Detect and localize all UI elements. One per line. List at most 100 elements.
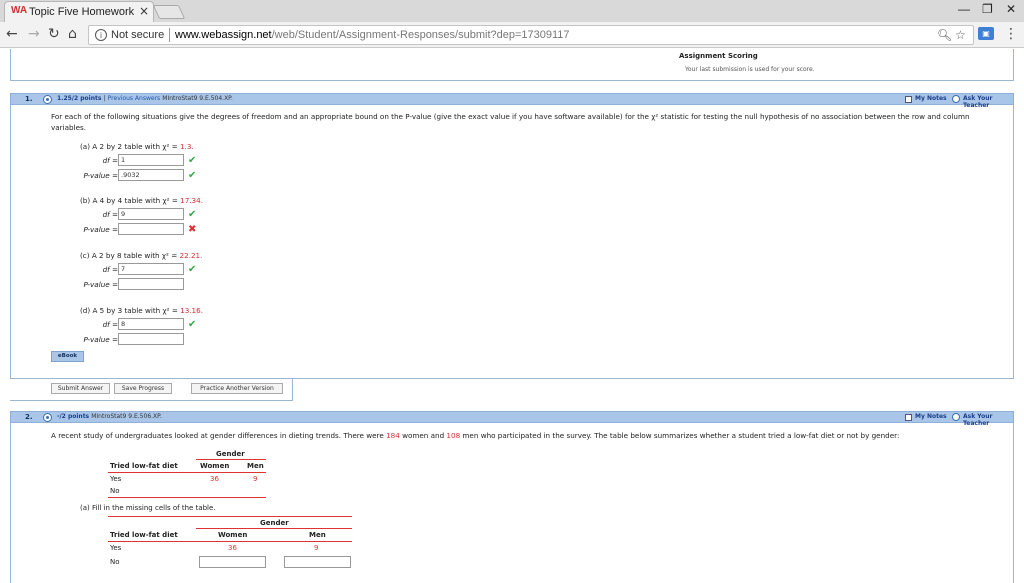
table1-yes-label: Yes <box>110 475 122 483</box>
table2-yes-women: 36 <box>228 544 237 552</box>
part-a-text: (a) A 2 by 2 table with χ² = <box>80 142 180 151</box>
my-notes-link[interactable]: My Notes <box>915 95 947 102</box>
table1-header-rule <box>108 472 266 473</box>
page-content: Assignment Scoring Your last submission … <box>0 49 1024 583</box>
table1-women-header: Women <box>200 462 230 470</box>
correct-check-icon: ✔ <box>188 155 197 166</box>
webassign-logo-icon: WA <box>11 5 28 16</box>
no-women-input[interactable] <box>199 556 266 568</box>
menu-icon[interactable]: ⋮ <box>1004 26 1018 42</box>
table1-yes-women: 36 <box>210 475 219 483</box>
no-men-input[interactable] <box>284 556 351 568</box>
correct-check-icon: ✔ <box>188 319 197 330</box>
back-icon[interactable]: ← <box>6 26 18 42</box>
table2-gender-rule <box>196 528 352 529</box>
part-b-text: (b) A 4 by 4 table with χ² = <box>80 196 181 205</box>
home-icon[interactable]: ⌂ <box>68 26 77 42</box>
part-c-prompt: (c) A 2 by 8 table with χ² = 22.21. <box>80 251 202 260</box>
part-d-df-label: df = <box>60 320 118 329</box>
cast-icon[interactable]: ▣ <box>978 27 994 40</box>
question-number: 2. <box>25 413 33 421</box>
close-window-icon[interactable]: ✕ <box>1006 2 1016 16</box>
url-host: www.webassign.net <box>175 29 272 41</box>
assignment-scoring-box: Assignment Scoring Your last submission … <box>10 49 1014 81</box>
part-b-df-label: df = <box>60 210 118 219</box>
part-d-p-input[interactable] <box>118 333 184 345</box>
forward-icon[interactable]: → <box>28 26 40 42</box>
practice-another-version-button[interactable]: Practice Another Version <box>191 383 283 394</box>
address-bar[interactable]: i Not secure www.webassign.net/web/Stude… <box>88 25 974 45</box>
table2-women-header: Women <box>218 531 248 539</box>
restore-icon[interactable]: ❐ <box>982 2 993 16</box>
table2-top-rule <box>108 516 352 517</box>
url-path: /web/Student/Assignment-Responses/submit… <box>271 29 570 41</box>
minimize-icon[interactable]: — <box>958 2 970 16</box>
df-eq: = <box>109 320 118 329</box>
part-a-p-input[interactable]: .9032 <box>118 169 184 181</box>
table2-header-rule <box>108 541 352 542</box>
df-eq: = <box>109 265 118 274</box>
my-notes-link[interactable]: My Notes <box>915 413 947 420</box>
my-notes-checkbox-icon[interactable] <box>905 96 912 103</box>
previous-answers-link[interactable]: Previous Answers <box>108 95 161 102</box>
part-a-df-input[interactable]: 1 <box>118 154 184 166</box>
tab-title: Topic Five Homework <box>29 6 135 18</box>
table2-yes-men: 9 <box>314 544 319 552</box>
part-b-p-input[interactable] <box>118 223 184 235</box>
not-secure-label[interactable]: Not secure <box>111 29 164 41</box>
table1-row-header: Tried low-fat diet <box>110 462 178 470</box>
ebook-button[interactable]: eBook <box>51 351 84 362</box>
info-icon[interactable]: i <box>95 29 107 41</box>
points-separator: | <box>103 95 106 102</box>
table2-no-label: No <box>110 558 120 566</box>
part-c-p-input[interactable] <box>118 278 184 290</box>
question-points: -/2 points MIntroStat9 9.E.506.XP. <box>57 413 162 420</box>
zoom-icon[interactable]: 🔍︎ <box>937 28 952 42</box>
tab-close-icon[interactable]: × <box>139 4 149 18</box>
part-d-df-input[interactable]: 8 <box>118 318 184 330</box>
browser-tab[interactable]: WA Topic Five Homework × <box>4 1 154 22</box>
table1-yes-men: 9 <box>253 475 258 483</box>
table2-yes-label: Yes <box>110 544 122 552</box>
url-text[interactable]: www.webassign.net/web/Student/Assignment… <box>175 29 570 41</box>
my-notes-checkbox-icon[interactable] <box>905 414 912 421</box>
bookmark-star-icon[interactable]: ☆ <box>955 28 966 42</box>
part-c-value: 22.21. <box>179 251 203 260</box>
p-eq: = <box>109 225 118 234</box>
table1-gender-rule <box>196 459 266 460</box>
part-d-p-label: P-value = <box>60 335 118 344</box>
url-divider <box>169 28 170 42</box>
question-1-text: For each of the following situations giv… <box>51 112 970 132</box>
question-points: 1.25/2 points | Previous Answers MIntroS… <box>57 95 233 102</box>
question-2-body <box>10 423 1014 583</box>
browser-toolbar: ← → ↻ ⌂ i Not secure www.webassign.net/w… <box>0 22 1024 48</box>
p-label: P-value <box>83 335 110 344</box>
submit-answer-button[interactable]: Submit Answer <box>51 383 110 394</box>
part-b-df-input[interactable]: 9 <box>118 208 184 220</box>
save-progress-button[interactable]: Save Progress <box>114 383 172 394</box>
p-eq: = <box>109 280 118 289</box>
reload-icon[interactable]: ↻ <box>48 26 60 42</box>
table2-gender-header: Gender <box>260 519 289 527</box>
df-label: df <box>102 210 110 219</box>
part-c-p-label: P-value = <box>60 280 118 289</box>
df-eq: = <box>109 210 118 219</box>
part-d-text: (d) A 5 by 3 table with χ² = <box>80 306 181 315</box>
new-tab-button[interactable] <box>152 5 186 19</box>
df-label: df <box>102 265 110 274</box>
part-a-p-label: P-value = <box>60 171 118 180</box>
p-label: P-value <box>83 280 110 289</box>
question-code: MIntroStat9 9.E.504.XP. <box>162 95 233 102</box>
df-eq: = <box>109 156 118 165</box>
table2-row-header: Tried low-fat diet <box>110 531 178 539</box>
part-b-prompt: (b) A 4 by 4 table with χ² = 17.34. <box>80 196 203 205</box>
part-a-prompt: (a) A 2 by 2 table with χ² = 1.3. <box>80 142 194 151</box>
question-1-header: 1. 1.25/2 points | Previous Answers MInt… <box>10 93 1014 109</box>
part-c-df-input[interactable]: 7 <box>118 263 184 275</box>
table1-bottom-rule <box>108 497 266 498</box>
table1-no-label: No <box>110 487 120 495</box>
points-text: 1.25/2 points <box>57 95 102 102</box>
q2-text-b: women and <box>399 431 447 440</box>
correct-check-icon: ✔ <box>188 264 197 275</box>
table2-men-header: Men <box>309 531 326 539</box>
